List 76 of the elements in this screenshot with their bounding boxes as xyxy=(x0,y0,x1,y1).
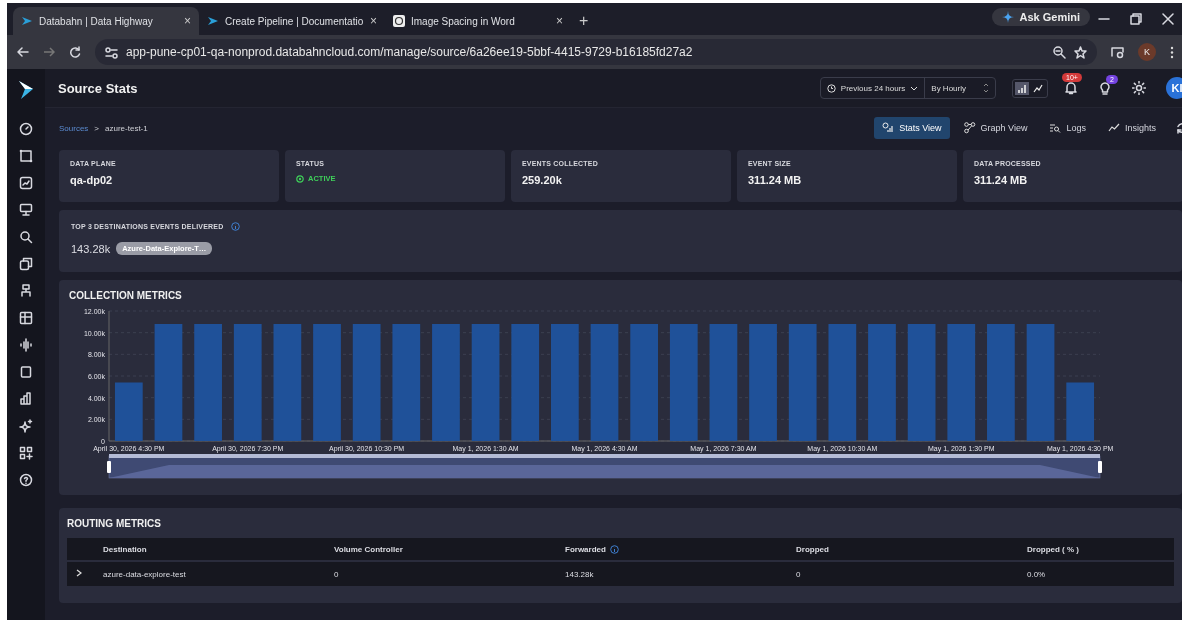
browser-tab[interactable]: Databahn | Data Highway × xyxy=(13,7,199,35)
view-tab[interactable]: Stats View xyxy=(874,117,950,139)
ask-button[interactable]: Ask Gemini xyxy=(992,8,1090,26)
status-icon xyxy=(296,174,304,183)
column-header: Forwarded xyxy=(565,544,606,554)
view-tab[interactable]: Insights xyxy=(1099,117,1164,139)
table-cell: 143.28k xyxy=(557,561,788,586)
restore-icon[interactable] xyxy=(1130,13,1142,25)
log-search-icon xyxy=(1049,122,1062,134)
view-tab[interactable]: Graph View xyxy=(955,117,1036,139)
stat-value: qa-dp02 xyxy=(70,174,114,186)
stat-value: 311.24 MB xyxy=(748,174,803,186)
help-icon[interactable] xyxy=(19,472,33,487)
table-icon[interactable] xyxy=(19,310,33,325)
breadcrumb-current: azure-test-1 xyxy=(105,123,148,133)
table-cell: 0 xyxy=(326,561,557,586)
delivered-count: 143.28k xyxy=(71,242,111,255)
arrow-icon xyxy=(21,15,33,27)
gauge-icon[interactable] xyxy=(19,121,33,136)
page-title: Source Stats xyxy=(58,80,139,96)
view-tab[interactable]: Logs xyxy=(1041,117,1094,139)
info-icon[interactable] xyxy=(609,544,619,554)
breadcrumb-link[interactable]: Sources xyxy=(59,123,89,133)
bell-icon[interactable] xyxy=(1064,81,1078,95)
tree-icon[interactable] xyxy=(19,283,33,298)
back-icon[interactable] xyxy=(17,46,29,58)
info-icon[interactable] xyxy=(231,222,241,231)
browser-tab[interactable]: Create Pipeline | Documentatio × xyxy=(199,7,385,35)
zoom-slider[interactable] xyxy=(107,454,1102,479)
column-header: Dropped xyxy=(788,538,1019,561)
browser-tab[interactable]: Image Spacing in Word × xyxy=(385,7,571,35)
monitor-icon[interactable] xyxy=(19,202,33,217)
user-avatar[interactable]: KI xyxy=(1166,77,1182,99)
star-icon[interactable] xyxy=(1074,45,1087,59)
address-field[interactable]: app-pune-cp01-qa-nonprod.databahncloud.com/manage/source/6a26ee19-5bbf-4415-9729-b16185fd27a2 xyxy=(95,39,1097,65)
stat-value: 259.20k xyxy=(522,174,563,186)
column-header: Destination xyxy=(95,538,326,561)
close-icon[interactable]: × xyxy=(370,14,377,28)
apps-icon[interactable] xyxy=(19,445,33,460)
square-icon[interactable] xyxy=(19,364,33,379)
sparkle-icon[interactable] xyxy=(19,418,33,433)
column-header: Volume Controller xyxy=(326,538,557,561)
table-cell: 0.0% xyxy=(1019,561,1174,586)
zoom-icon[interactable] xyxy=(1053,45,1066,59)
panel-title: ROUTING METRICS xyxy=(67,518,162,529)
profile-avatar[interactable]: K xyxy=(1138,43,1156,61)
chart-icon[interactable] xyxy=(19,175,33,190)
forward-icon[interactable] xyxy=(43,46,55,58)
lightbulb-icon[interactable] xyxy=(1098,81,1112,95)
close-icon[interactable]: × xyxy=(556,14,563,28)
table-cell: azure-data-explore-test xyxy=(95,561,326,586)
expand-toggle[interactable] xyxy=(75,569,83,577)
search-icon[interactable] xyxy=(19,229,33,244)
more-icon[interactable] xyxy=(1170,45,1174,59)
close-icon[interactable]: × xyxy=(184,14,191,28)
arrow-icon xyxy=(207,15,219,27)
bar-chart-toggle[interactable] xyxy=(1015,81,1029,95)
knot-icon xyxy=(393,15,405,27)
bar xyxy=(1066,382,1095,441)
close-icon[interactable] xyxy=(1162,13,1174,25)
column-header: Dropped ( % ) xyxy=(1019,538,1174,561)
bar-chart-icon[interactable] xyxy=(19,391,33,406)
screen-search-icon[interactable] xyxy=(1111,45,1124,59)
copy-icon[interactable] xyxy=(19,256,33,271)
bar xyxy=(114,382,143,441)
sun-icon[interactable] xyxy=(1132,81,1146,95)
stat-value: 311.24 MB xyxy=(974,174,1029,186)
new-tab-icon[interactable]: + xyxy=(579,12,589,30)
stats-icon xyxy=(882,122,895,134)
breadcrumb-separator: > xyxy=(94,123,100,133)
waveform-icon[interactable] xyxy=(19,337,33,352)
table-cell: 0 xyxy=(788,561,1019,586)
settings-icon[interactable] xyxy=(105,45,118,59)
trend-icon xyxy=(1107,122,1120,134)
panel-title: COLLECTION METRICS xyxy=(69,290,183,301)
reload-icon[interactable] xyxy=(69,46,81,58)
